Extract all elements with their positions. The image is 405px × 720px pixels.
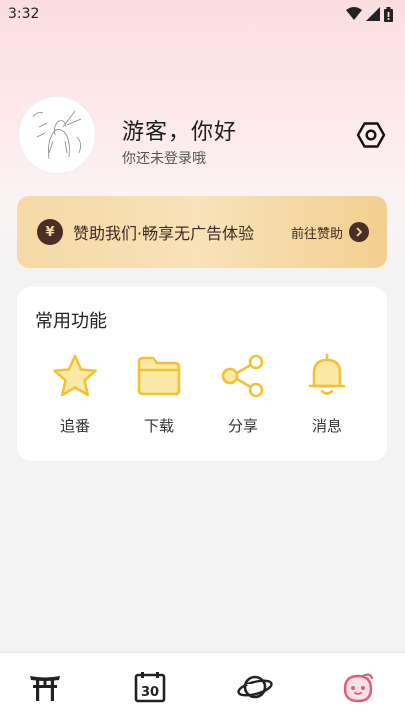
sponsor-banner[interactable]: ¥ 赞助我们·畅享无广告体验 前往赞助	[17, 196, 387, 268]
function-label: 追番	[59, 417, 90, 435]
sponsor-text: 赞助我们·畅享无广告体验	[73, 224, 255, 243]
settings-button[interactable]	[354, 118, 388, 152]
yen-coin-icon: ¥	[37, 219, 63, 245]
status-bar: 3:32	[0, 0, 405, 28]
nav-home[interactable]	[25, 667, 65, 707]
function-label: 消息	[311, 417, 342, 435]
calendar-icon: 30	[134, 672, 166, 703]
torii-gate-icon	[30, 676, 60, 701]
nav-schedule[interactable]: 30	[130, 667, 170, 707]
star-icon	[50, 351, 100, 401]
status-time: 3:32	[8, 6, 40, 22]
signal-icon	[366, 7, 380, 21]
bottom-nav: 30	[0, 652, 405, 720]
nav-mine[interactable]	[338, 667, 378, 707]
function-messages[interactable]: 消息	[287, 351, 367, 441]
folder-icon	[134, 351, 184, 401]
function-follow[interactable]: 追番	[35, 351, 115, 441]
mascot-icon	[343, 673, 374, 703]
sponsor-row: ¥ 赞助我们·畅享无广告体验 前往赞助	[17, 196, 387, 268]
status-icons	[346, 6, 393, 22]
avatar-sketch-icon	[32, 110, 82, 160]
sponsor-link[interactable]: 前往赞助	[291, 223, 343, 242]
common-functions-card: 常用功能 追番 下载 分享 消息	[17, 287, 387, 461]
settings-hexagon-icon	[356, 122, 386, 148]
nav-discover[interactable]	[235, 667, 275, 707]
planet-icon	[237, 675, 273, 699]
function-download[interactable]: 下载	[119, 351, 199, 441]
function-share[interactable]: 分享	[203, 351, 283, 441]
bell-icon	[302, 351, 352, 401]
battery-icon	[384, 6, 393, 22]
chevron-right-icon[interactable]	[349, 222, 369, 242]
function-label: 分享	[227, 417, 258, 435]
profile-section: 游客，你好 你还未登录哦	[18, 96, 388, 176]
avatar[interactable]	[18, 96, 96, 174]
function-list: 追番 下载 分享 消息	[17, 351, 387, 441]
calendar-day: 30	[141, 685, 159, 700]
greeting-title: 游客，你好	[122, 120, 238, 145]
login-hint: 你还未登录哦	[122, 151, 206, 167]
share-icon	[218, 351, 268, 401]
wifi-icon	[346, 7, 362, 20]
common-functions-title: 常用功能	[35, 311, 107, 332]
function-label: 下载	[143, 417, 174, 435]
